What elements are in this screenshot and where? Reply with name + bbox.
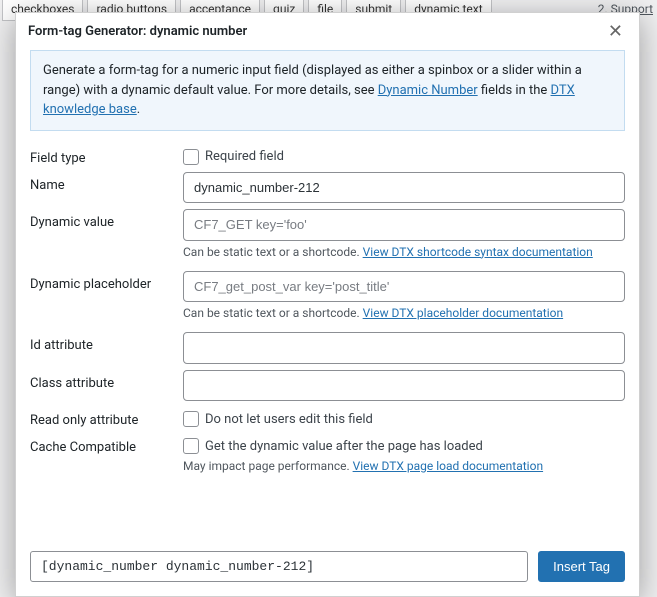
row-dynamic-placeholder: Dynamic placeholder <box>30 271 625 303</box>
hint-text: Can be static text or a shortcode. <box>183 306 363 320</box>
info-box: Generate a form-tag for a numeric input … <box>30 50 625 131</box>
row-name: Name <box>30 172 625 204</box>
label-id: Id attribute <box>30 332 183 353</box>
form-tag-dialog: Form-tag Generator: dynamic number ✕ Gen… <box>15 12 640 597</box>
dialog-footer: Insert Tag <box>16 539 639 596</box>
id-input[interactable] <box>183 332 625 364</box>
cache-checkbox-label: Get the dynamic value after the page has… <box>205 439 483 454</box>
dialog-header: Form-tag Generator: dynamic number ✕ <box>16 13 639 50</box>
dynamic-placeholder-hint: Can be static text or a shortcode. View … <box>183 306 625 320</box>
required-checkbox-label: Required field <box>205 149 284 164</box>
info-text: . <box>137 102 140 117</box>
label-class: Class attribute <box>30 370 183 391</box>
close-icon[interactable]: ✕ <box>604 21 627 42</box>
shortcode-syntax-link[interactable]: View DTX shortcode syntax documentation <box>363 245 593 259</box>
cache-checkbox[interactable] <box>183 438 199 454</box>
page-load-doc-link[interactable]: View DTX page load documentation <box>353 459 543 473</box>
readonly-checkbox-label: Do not let users edit this field <box>205 412 373 427</box>
row-field-type: Field type Required field <box>30 145 625 166</box>
hint-text: May impact page performance. <box>183 459 353 473</box>
label-field-type: Field type <box>30 145 183 166</box>
dialog-title: Form-tag Generator: dynamic number <box>28 24 247 39</box>
row-class-attribute: Class attribute <box>30 370 625 402</box>
dynamic-number-link[interactable]: Dynamic Number <box>378 83 478 98</box>
readonly-checkbox[interactable] <box>183 411 199 427</box>
dynamic-placeholder-input[interactable] <box>183 271 625 303</box>
row-readonly: Read only attribute Do not let users edi… <box>30 407 625 428</box>
label-name: Name <box>30 172 183 193</box>
class-input[interactable] <box>183 370 625 402</box>
label-readonly: Read only attribute <box>30 407 183 428</box>
info-text: fields in the <box>478 83 551 98</box>
label-dynamic-placeholder: Dynamic placeholder <box>30 271 183 292</box>
dynamic-value-input[interactable] <box>183 209 625 241</box>
row-dynamic-value: Dynamic value <box>30 209 625 241</box>
row-id-attribute: Id attribute <box>30 332 625 364</box>
placeholder-doc-link[interactable]: View DTX placeholder documentation <box>363 306 563 320</box>
row-cache: Cache Compatible Get the dynamic value a… <box>30 434 625 455</box>
name-input[interactable] <box>183 172 625 204</box>
required-checkbox[interactable] <box>183 149 199 165</box>
dialog-body: Generate a form-tag for a numeric input … <box>16 50 639 499</box>
dynamic-value-hint: Can be static text or a shortcode. View … <box>183 245 625 259</box>
label-cache: Cache Compatible <box>30 434 183 455</box>
cache-hint: May impact page performance. View DTX pa… <box>183 459 625 473</box>
hint-text: Can be static text or a shortcode. <box>183 245 363 259</box>
label-dynamic-value: Dynamic value <box>30 209 183 230</box>
